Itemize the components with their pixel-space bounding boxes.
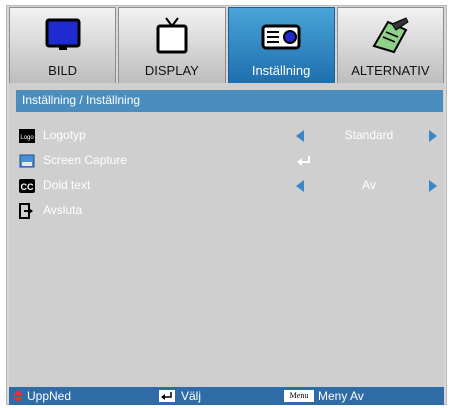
tab-display[interactable]: DISPLAY xyxy=(118,7,226,83)
footer-select-label: Välj xyxy=(181,389,202,403)
arrow-right-icon[interactable] xyxy=(429,130,437,142)
menu-row-dold-text[interactable]: CC Dold text Av xyxy=(19,176,439,196)
section-header: Inställning / Inställning xyxy=(16,90,443,112)
menu-label: Logotyp xyxy=(43,128,86,142)
monitor-icon xyxy=(45,18,81,50)
menu-key-icon: Menu xyxy=(284,390,314,402)
up-down-arrows-icon xyxy=(13,390,23,402)
cc-icon: CC xyxy=(19,179,35,193)
menu-row-avsluta[interactable]: Avsluta xyxy=(19,201,439,221)
tab-bild[interactable]: BILD xyxy=(9,7,117,83)
tab-label: Inställning xyxy=(251,63,311,78)
footer-help-bar: UppNed Välj Menu Meny Av xyxy=(9,387,444,405)
tab-installning[interactable]: Inställning xyxy=(227,7,335,83)
svg-text:CC: CC xyxy=(21,182,34,192)
projector-icon xyxy=(261,24,301,50)
menu-label: Dold text xyxy=(43,178,91,192)
tab-label: ALTERNATIV xyxy=(351,63,430,78)
tab-label: BILD xyxy=(48,63,78,78)
exit-icon xyxy=(19,203,33,219)
page-title: Inställning / Inställning xyxy=(22,93,141,107)
footer-menu-off-label: Meny Av xyxy=(318,389,364,403)
tab-label: DISPLAY xyxy=(144,63,199,78)
enter-key-icon xyxy=(159,390,175,402)
notepad-pen-icon xyxy=(372,17,410,54)
menu-value: Standard xyxy=(344,128,394,142)
footer-updown-label: UppNed xyxy=(27,389,72,403)
menu-value: Av xyxy=(362,178,376,192)
enter-icon[interactable] xyxy=(296,155,312,167)
screen-capture-icon xyxy=(19,154,35,168)
arrow-right-icon[interactable] xyxy=(429,180,437,192)
settings-panel: Inställning / Inställning Logo Logotyp S… xyxy=(9,83,444,387)
logo-icon: Logo xyxy=(19,129,35,143)
menu-label: Avsluta xyxy=(43,203,83,217)
tab-alternativ[interactable]: ALTERNATIV xyxy=(336,7,444,83)
svg-text:Logo: Logo xyxy=(20,135,34,141)
menu-row-logotyp[interactable]: Logo Logotyp Standard xyxy=(19,126,439,146)
arrow-left-icon[interactable] xyxy=(296,180,304,192)
menu-row-screen-capture[interactable]: Screen Capture xyxy=(19,151,439,171)
tv-icon xyxy=(156,17,188,54)
tab-bar: BILD DISPLAY Inställning ALTERNATIV xyxy=(9,7,444,83)
arrow-left-icon[interactable] xyxy=(296,130,304,142)
menu-label: Screen Capture xyxy=(43,153,128,167)
